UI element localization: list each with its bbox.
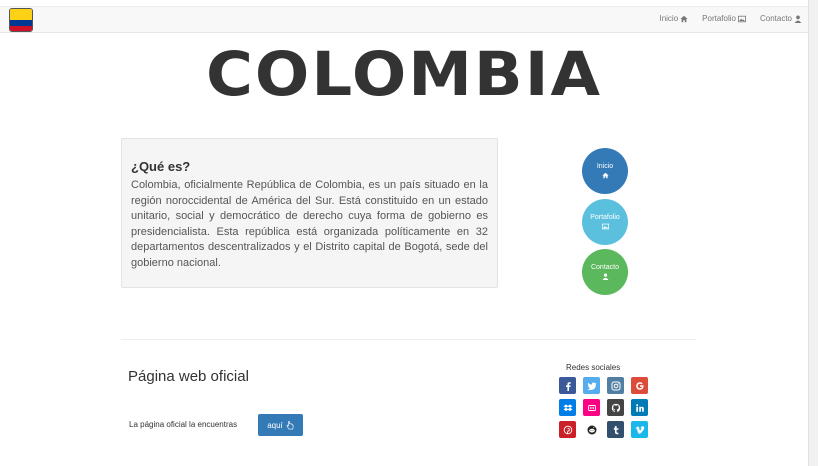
aqui-button-label: aquí [267, 420, 283, 430]
facebook-icon [565, 381, 571, 391]
user-icon [794, 15, 802, 23]
image-icon [601, 223, 609, 230]
social-title: Redes sociales [566, 363, 621, 372]
tumblr-icon [613, 425, 618, 434]
linkedin-link[interactable] [631, 399, 648, 416]
section-divider [121, 339, 696, 340]
nav-link-label: Inicio [659, 14, 679, 23]
facebook-link[interactable] [559, 377, 576, 394]
circle-label: Contacto [590, 264, 620, 271]
nav-link-label: Portafolio [702, 14, 736, 23]
twitter-link[interactable] [583, 377, 600, 394]
aqui-button[interactable]: aquí [258, 414, 303, 436]
google-link[interactable] [631, 377, 648, 394]
home-icon [680, 15, 688, 22]
user-icon [602, 273, 608, 280]
twitter-icon [586, 382, 596, 390]
nav-link-inicio[interactable]: Inicio [659, 14, 688, 23]
vimeo-icon [635, 425, 644, 434]
contacto-circle-button[interactable]: Contacto [582, 249, 628, 295]
nav-link-contacto[interactable]: Contacto [760, 14, 802, 23]
pinterest-icon [563, 425, 572, 434]
nav-links: Inicio Portafolio Contacto [659, 14, 802, 23]
flickr-link[interactable] [583, 399, 600, 416]
image-icon [737, 15, 746, 22]
instagram-link[interactable] [607, 377, 624, 394]
circle-label: Inicio [596, 163, 614, 170]
dropbox-link[interactable] [559, 399, 576, 416]
nav-link-portafolio[interactable]: Portafolio [702, 14, 746, 23]
pointing-hand-icon [286, 420, 294, 429]
web-section-text: La página oficial la encuentras [129, 420, 238, 429]
portafolio-circle-button[interactable]: Portafolio [582, 199, 628, 245]
colombia-flag-logo[interactable] [9, 8, 33, 32]
linkedin-icon [635, 403, 644, 412]
info-body: Colombia, oficialmente República de Colo… [131, 179, 488, 269]
reddit-link[interactable] [583, 421, 600, 438]
flickr-icon [587, 404, 596, 411]
web-section-title: Página web oficial [128, 368, 249, 385]
nav-link-label: Contacto [759, 14, 792, 23]
home-icon [601, 172, 609, 179]
page-scrollbar[interactable] [808, 0, 818, 466]
github-icon [611, 403, 620, 412]
inicio-circle-button[interactable]: Inicio [582, 148, 628, 194]
pinterest-link[interactable] [559, 421, 576, 438]
dropbox-icon [563, 404, 572, 411]
tumblr-link[interactable] [607, 421, 624, 438]
page-title: COLOMBIA [205, 39, 603, 111]
github-link[interactable] [607, 399, 624, 416]
google-icon [635, 381, 644, 390]
reddit-icon [587, 425, 596, 434]
social-grid [559, 377, 648, 438]
circle-label: Portafolio [590, 214, 620, 221]
instagram-icon [611, 381, 620, 390]
top-navbar: Inicio Portafolio Contacto [0, 6, 808, 33]
info-panel: ¿Qué es? Colombia, oficialmente Repúblic… [121, 138, 498, 288]
vimeo-link[interactable] [631, 421, 648, 438]
info-heading: ¿Qué es? [131, 159, 191, 174]
